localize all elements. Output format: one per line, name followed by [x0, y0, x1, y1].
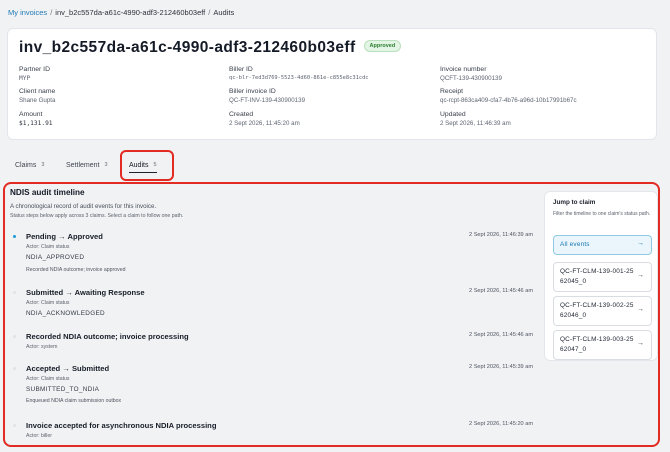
breadcrumb-invoice[interactable]: inv_b2c557da-a61c-4990-adf3-212460b03eff [55, 8, 205, 17]
timeline-event: Pending → Approved 2 Sept 2026, 11:46:39… [13, 232, 533, 276]
event-actor: Actor: biller [26, 433, 52, 439]
field-amount: Amount $1,131.91 [19, 111, 53, 128]
breadcrumb-current: Audits [213, 8, 235, 17]
button-label: 62047_0 [560, 346, 587, 353]
button-label: 62046_0 [560, 312, 587, 319]
breadcrumb: My invoices / inv_b2c557da-a61c-4990-adf3-… [8, 8, 234, 17]
event-note: Recorded NDIA outcome; invoice approved [26, 267, 126, 273]
event-title: Recorded NDIA outcome; invoice processin… [26, 332, 189, 341]
breadcrumb-separator: / [50, 8, 53, 17]
button-label: All events [560, 241, 590, 248]
arrow-right-icon: → [637, 272, 644, 279]
field-value: QC-FT-INV-139-430900139 [229, 97, 306, 104]
event-title: Submitted → Awaiting Response [26, 288, 145, 297]
field-biller-id: Biller ID qc-blr-7ed3d769-5523-4d60-861e… [229, 66, 369, 83]
event-actor: Actor: Claim status [26, 300, 70, 306]
tab-count: 5 [153, 162, 157, 168]
field-invoice-number: Invoice number QCFT-139-430900139 [440, 66, 502, 83]
timeline-event: Accepted → Submitted 2 Sept 2026, 11:45:… [13, 364, 533, 408]
field-label: Biller invoice ID [229, 88, 276, 95]
field-created: Created 2 Sept 2026, 11:45:20 am [229, 111, 300, 128]
event-time: 2 Sept 2026, 11:45:39 am [469, 364, 533, 370]
field-biller-invoice-id: Biller invoice ID QC-FT-INV-139-43090013… [229, 88, 305, 105]
field-value: qc-rcpt-863ca409-cfa7-4b76-a96d-10b17991… [440, 97, 577, 104]
audit-hint: Status steps below apply across 3 claims… [10, 213, 184, 219]
arrow-right-icon: → [637, 306, 644, 313]
event-code: SUBMITTED_TO_NDIA [26, 386, 100, 393]
field-value: 2 Sept 2026, 11:45:20 am [229, 120, 300, 127]
page-title: inv_b2c557da-a61c-4990-adf3-212460b03eff… [19, 39, 402, 57]
field-value: 2 Sept 2026, 11:46:39 am [440, 120, 511, 127]
jump-claim-button-003[interactable]: QC-FT-CLM-139-003-25 62047_0 → [553, 330, 652, 360]
field-label: Created [229, 111, 254, 118]
invoice-id-title: inv_b2c557da-a61c-4990-adf3-212460b03eff [19, 39, 356, 56]
tab-count: 3 [104, 162, 108, 168]
breadcrumb-my-invoices-link[interactable]: My invoices [8, 8, 47, 17]
tab-bar: Claims 3 Settlement 3 Audits 5 [8, 150, 658, 180]
field-label: Biller ID [229, 66, 253, 73]
jump-title: Jump to claim [553, 199, 596, 206]
field-label: Updated [440, 111, 466, 118]
field-value: QCFT-139-430900139 [440, 75, 502, 82]
field-label: Partner ID [19, 66, 50, 73]
button-label: 62045_0 [560, 278, 587, 285]
timeline-event: Invoice accepted for asynchronous NDIA p… [13, 421, 533, 441]
field-partner-id: Partner ID MYP [19, 66, 50, 83]
button-label: QC-FT-CLM-139-002-25 [560, 302, 634, 309]
tab-count: 3 [41, 162, 45, 168]
tab-label: Claims [15, 161, 37, 169]
tab-label: Settlement [66, 161, 100, 169]
jump-claim-button-002[interactable]: QC-FT-CLM-139-002-25 62046_0 → [553, 296, 652, 326]
event-title: Pending → Approved [26, 232, 103, 241]
timeline-dot-icon [13, 367, 16, 370]
timeline-dot-icon [13, 335, 16, 338]
audit-description: A chronological record of audit events f… [10, 203, 157, 210]
event-time: 2 Sept 2026, 11:45:46 am [469, 288, 533, 294]
event-time: 2 Sept 2026, 11:46:39 am [469, 232, 533, 238]
field-receipt: Receipt qc-rcpt-863ca409-cfa7-4b76-a96d-… [440, 88, 577, 105]
field-client-name: Client name Shane Gupta [19, 88, 55, 105]
jump-description: Filter the timeline to one claim's statu… [553, 211, 651, 217]
field-updated: Updated 2 Sept 2026, 11:46:39 am [440, 111, 511, 128]
event-title: Invoice accepted for asynchronous NDIA p… [26, 421, 217, 430]
button-label: QC-FT-CLM-139-003-25 [560, 336, 634, 343]
button-label: QC-FT-CLM-139-001-25 [560, 268, 634, 275]
event-time: 2 Sept 2026, 11:45:20 am [469, 421, 533, 427]
tab-audits[interactable]: Audits 5 [129, 150, 157, 180]
breadcrumb-separator: / [208, 8, 211, 17]
timeline-dot-icon [13, 235, 16, 238]
timeline-dot-icon [13, 424, 16, 427]
event-note: Enqueued NDIA claim submission outbox [26, 398, 122, 404]
field-label: Client name [19, 88, 56, 95]
jump-claim-button-001[interactable]: QC-FT-CLM-139-001-25 62045_0 → [553, 262, 652, 292]
field-value: Shane Gupta [19, 97, 56, 104]
arrow-right-icon: → [637, 340, 644, 347]
event-actor: Actor: Claim status [26, 244, 70, 250]
all-events-button[interactable]: All events → [553, 235, 652, 255]
tab-claims[interactable]: Claims 3 [15, 150, 44, 180]
event-code: NDIA_ACKNOWLEDGED [26, 310, 105, 317]
timeline-event: Recorded NDIA outcome; invoice processin… [13, 332, 533, 352]
field-value: qc-blr-7ed3d769-5523-4d60-861e-c855e8c31… [229, 75, 369, 81]
event-code: NDIA_APPROVED [26, 254, 85, 261]
field-label: Invoice number [440, 66, 487, 73]
tab-label: Audits [129, 161, 149, 169]
jump-to-claim-card: Jump to claim Filter the timeline to one… [544, 191, 658, 361]
field-value: $1,131.91 [19, 120, 53, 127]
event-actor: Actor: system [26, 344, 58, 350]
event-time: 2 Sept 2026, 11:45:46 am [469, 332, 533, 338]
audit-timeline-panel: NDIS audit timeline A chronological reco… [3, 182, 660, 447]
field-label: Amount [19, 111, 43, 118]
event-title: Accepted → Submitted [26, 364, 110, 373]
arrow-right-icon: → [637, 240, 644, 247]
event-actor: Actor: Claim status [26, 376, 70, 382]
tab-settlement[interactable]: Settlement 3 [66, 150, 108, 180]
invoice-header-card: inv_b2c557da-a61c-4990-adf3-212460b03eff… [7, 28, 657, 140]
timeline-event: Submitted → Awaiting Response 2 Sept 202… [13, 288, 533, 320]
status-badge: Approved [363, 39, 402, 52]
field-label: Receipt [440, 88, 464, 95]
field-value: MYP [19, 75, 31, 82]
timeline-dot-icon [13, 291, 16, 294]
audit-title: NDIS audit timeline [10, 188, 85, 197]
